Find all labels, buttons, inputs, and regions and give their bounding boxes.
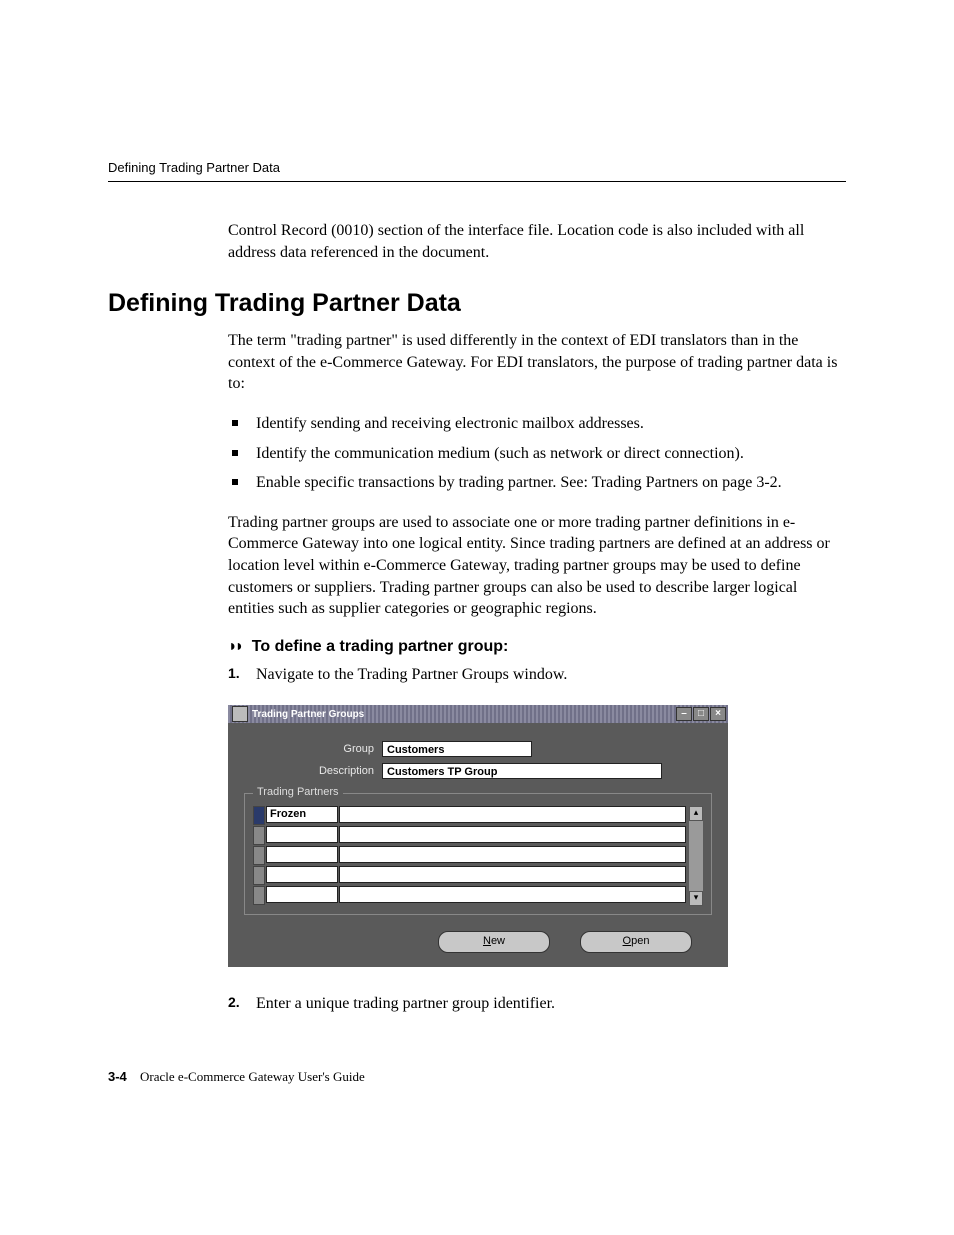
running-header: Defining Trading Partner Data <box>108 160 846 175</box>
row-selector-icon[interactable] <box>253 866 265 885</box>
table-row[interactable] <box>253 886 686 905</box>
partner-name-cell[interactable] <box>266 886 338 903</box>
arrow-icon: ◗◗ <box>228 638 241 655</box>
description-input[interactable]: Customers TP Group <box>382 763 662 779</box>
fieldset-legend: Trading Partners <box>253 786 343 798</box>
description-label: Description <box>244 765 382 777</box>
row-selector-icon[interactable] <box>253 826 265 845</box>
row-selector-icon[interactable] <box>253 846 265 865</box>
paragraph-2: Trading partner groups are used to assoc… <box>108 512 846 620</box>
screenshot-figure: Trading Partner Groups – □ × Group Custo… <box>108 705 846 967</box>
window-title: Trading Partner Groups <box>252 709 368 720</box>
new-button[interactable]: New <box>438 931 550 953</box>
minimize-icon[interactable]: – <box>676 707 692 721</box>
section-heading: Defining Trading Partner Data <box>108 289 846 318</box>
row-selector-icon[interactable] <box>253 886 265 905</box>
scroll-up-icon[interactable]: ▴ <box>689 806 703 821</box>
list-item: Enable specific transactions by trading … <box>228 472 846 494</box>
scrollbar[interactable]: ▴ ▾ <box>689 806 703 906</box>
paragraph-1: The term "trading partner" is used diffe… <box>108 330 846 395</box>
scroll-down-icon[interactable]: ▾ <box>689 891 703 906</box>
partner-desc-cell[interactable] <box>339 886 686 903</box>
list-item: Identify the communication medium (such … <box>228 443 846 465</box>
procedure-heading: ◗◗ To define a trading partner group: <box>228 638 846 656</box>
row-selector-icon[interactable] <box>253 806 265 825</box>
partner-desc-cell[interactable] <box>339 806 686 823</box>
partner-name-cell[interactable] <box>266 866 338 883</box>
maximize-icon[interactable]: □ <box>693 707 709 721</box>
header-rule <box>108 181 846 182</box>
close-icon[interactable]: × <box>710 707 726 721</box>
intro-paragraph: Control Record (0010) section of the int… <box>108 220 846 263</box>
partner-name-cell[interactable] <box>266 826 338 843</box>
window-titlebar[interactable]: Trading Partner Groups – □ × <box>228 705 728 723</box>
trading-partner-groups-window: Trading Partner Groups – □ × Group Custo… <box>228 705 728 967</box>
bullet-list: Identify sending and receiving electroni… <box>108 413 846 494</box>
partner-desc-cell[interactable] <box>339 846 686 863</box>
group-label: Group <box>244 743 382 755</box>
trading-partners-fieldset: Trading Partners Frozen Food <box>244 793 712 915</box>
partner-desc-cell[interactable] <box>339 826 686 843</box>
page-number: 3-4 <box>108 1069 127 1084</box>
table-row[interactable] <box>253 866 686 885</box>
procedure-title: To define a trading partner group: <box>252 638 509 655</box>
table-row[interactable]: Frozen Food <box>253 806 686 825</box>
partner-name-cell[interactable] <box>266 846 338 863</box>
partner-desc-cell[interactable] <box>339 866 686 883</box>
open-button[interactable]: Open <box>580 931 692 953</box>
table-row[interactable] <box>253 826 686 845</box>
step-2: Enter a unique trading partner group ide… <box>228 993 846 1015</box>
table-row[interactable] <box>253 846 686 865</box>
list-item: Identify sending and receiving electroni… <box>228 413 846 435</box>
page-footer: 3-4 Oracle e-Commerce Gateway User's Gui… <box>108 1069 365 1085</box>
system-menu-icon[interactable] <box>232 706 248 722</box>
step-1: Navigate to the Trading Partner Groups w… <box>228 664 846 686</box>
partner-name-cell[interactable]: Frozen Food <box>266 806 338 823</box>
book-title: Oracle e-Commerce Gateway User's Guide <box>140 1069 365 1084</box>
group-input[interactable]: Customers <box>382 741 532 757</box>
